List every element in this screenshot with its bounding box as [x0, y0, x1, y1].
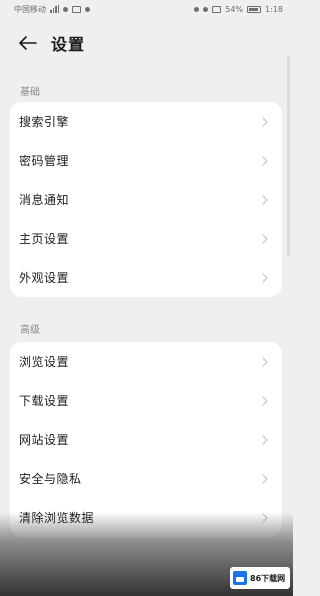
chevron-right-icon — [260, 395, 270, 406]
row-browsing-settings[interactable]: 浏览设置 — [10, 342, 282, 381]
wifi-icon — [63, 6, 68, 12]
section-label-advanced: 高级 — [20, 325, 40, 336]
eye-icon — [194, 6, 200, 12]
signal-icon — [50, 5, 59, 13]
basic-settings-card: 搜索引擎 密码管理 消息通知 主页设置 外观设置 — [10, 102, 282, 297]
notification-dot-icon — [85, 6, 90, 12]
row-label: 外观设置 — [19, 271, 70, 285]
chevron-right-icon — [260, 272, 270, 283]
watermark-badge: 86下载网 — [230, 567, 290, 589]
carrier-label: 中国移动 — [14, 4, 46, 14]
chevron-right-icon — [260, 155, 270, 166]
battery-percent: 54% — [225, 4, 244, 14]
nfc-icon — [212, 5, 222, 13]
row-label: 搜索引擎 — [19, 115, 70, 129]
row-label: 清除浏览数据 — [19, 511, 95, 525]
row-download-settings[interactable]: 下载设置 — [10, 381, 282, 420]
row-password-manager[interactable]: 密码管理 — [10, 141, 282, 180]
chevron-right-icon — [260, 116, 270, 127]
row-security-privacy[interactable]: 安全与隐私 — [10, 459, 282, 498]
bluetooth-icon — [203, 6, 209, 12]
header: 设置 — [0, 24, 293, 62]
row-label: 安全与隐私 — [19, 472, 82, 486]
chevron-right-icon — [260, 356, 270, 367]
row-label: 浏览设置 — [19, 355, 70, 369]
row-label: 消息通知 — [19, 193, 70, 207]
row-search-engine[interactable]: 搜索引擎 — [10, 102, 282, 141]
back-arrow-icon — [19, 36, 37, 50]
chevron-right-icon — [260, 233, 270, 244]
row-clear-browsing-data[interactable]: 清除浏览数据 — [10, 498, 282, 537]
status-time: 1:18 — [265, 4, 283, 14]
chevron-right-icon — [260, 512, 270, 523]
row-site-settings[interactable]: 网站设置 — [10, 420, 282, 459]
watermark-logo-icon — [233, 571, 247, 585]
page-title: 设置 — [51, 35, 86, 54]
row-appearance-settings[interactable]: 外观设置 — [10, 258, 282, 297]
watermark-text: 86下载网 — [250, 573, 286, 583]
row-label: 下载设置 — [19, 394, 70, 408]
row-homepage-settings[interactable]: 主页设置 — [10, 219, 282, 258]
section-label-basic: 基础 — [20, 87, 40, 98]
chevron-right-icon — [260, 434, 270, 445]
chevron-right-icon — [260, 194, 270, 205]
status-bar: 中国移动 54% 1:18 — [0, 0, 293, 18]
row-label: 密码管理 — [19, 154, 70, 168]
row-label: 网站设置 — [19, 433, 70, 447]
message-icon — [72, 5, 81, 13]
advanced-settings-card: 浏览设置 下载设置 网站设置 安全与隐私 清除浏览数据 — [10, 342, 282, 537]
scrollbar[interactable] — [287, 56, 290, 256]
back-button[interactable] — [11, 26, 45, 60]
status-left: 中国移动 — [14, 4, 90, 15]
row-notifications[interactable]: 消息通知 — [10, 180, 282, 219]
battery-icon — [247, 5, 262, 13]
chevron-right-icon — [260, 473, 270, 484]
row-label: 主页设置 — [19, 232, 70, 246]
status-right: 54% 1:18 — [194, 5, 283, 14]
